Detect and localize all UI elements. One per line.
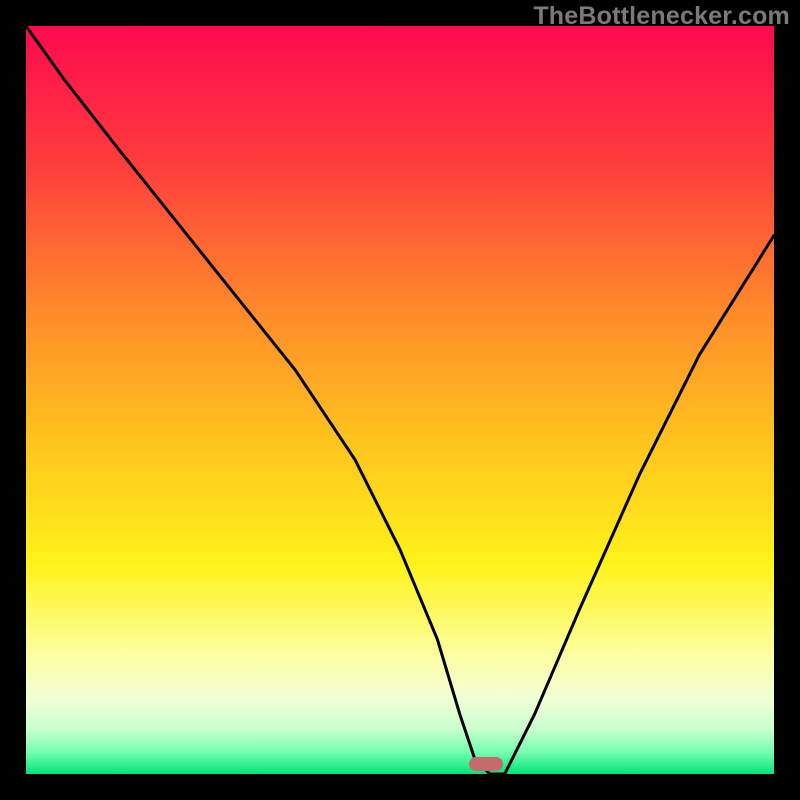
plot-area (26, 26, 774, 774)
bottleneck-curve (26, 26, 774, 774)
optimal-point-marker (469, 757, 503, 771)
chart-frame: TheBottlenecker.com (0, 0, 800, 800)
watermark-text: TheBottlenecker.com (533, 2, 790, 31)
